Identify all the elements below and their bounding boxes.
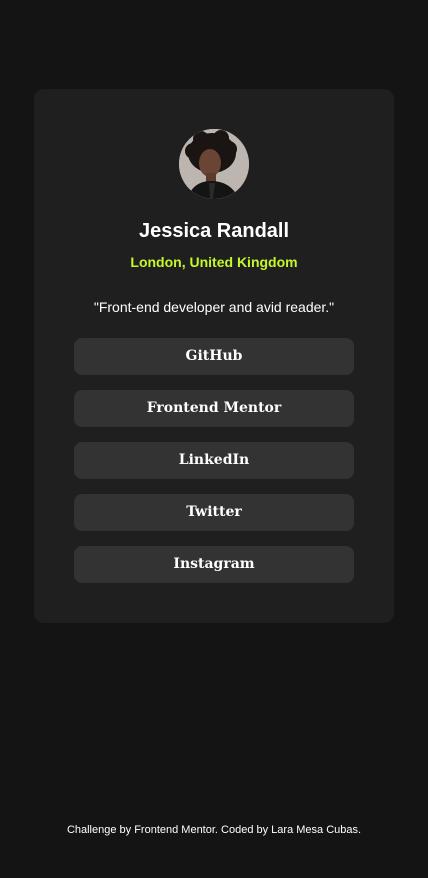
avatar-portrait-image (179, 129, 249, 199)
instagram-link-button[interactable]: Instagram (74, 546, 354, 583)
twitter-link-button[interactable]: Twitter (74, 494, 354, 531)
profile-bio: "Front-end developer and avid reader." (93, 299, 335, 315)
profile-name: Jessica Randall (138, 220, 290, 242)
avatar (179, 129, 249, 199)
profile-card: Jessica Randall London, United Kingdom "… (34, 89, 394, 623)
github-link-button[interactable]: GitHub (74, 338, 354, 375)
social-links-list: GitHub Frontend Mentor LinkedIn Twitter … (74, 338, 354, 598)
profile-location: London, United Kingdom (130, 254, 298, 270)
linkedin-link-button[interactable]: LinkedIn (74, 442, 354, 479)
frontend-mentor-link-button[interactable]: Frontend Mentor (74, 390, 354, 427)
attribution-footer: Challenge by Frontend Mentor. Coded by L… (66, 824, 362, 836)
